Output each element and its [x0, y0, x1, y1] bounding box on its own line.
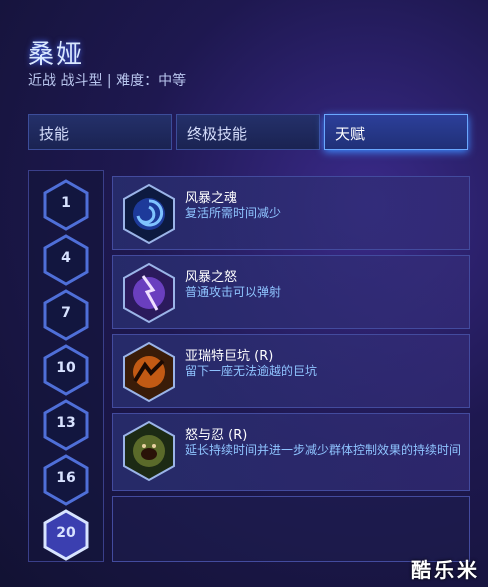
talent-description: 复活所需时间减少 — [185, 206, 282, 220]
tier-label: 16 — [56, 470, 76, 486]
tier-13-button[interactable]: 13 — [42, 399, 90, 451]
tier-label: 7 — [61, 305, 71, 321]
tier-4-button[interactable]: 4 — [42, 234, 90, 286]
empty-talent-slot — [112, 496, 470, 562]
tier-label: 4 — [61, 250, 71, 266]
talent-row[interactable]: 怒与忍 (R) 延长持续时间并进一步减少群体控制效果的持续时间 — [112, 413, 470, 491]
tier-10-button[interactable]: 10 — [42, 344, 90, 396]
tier-label: 1 — [61, 195, 71, 211]
talent-name: 亚瑞特巨坑 (R) — [185, 349, 274, 364]
talent-name: 怒与忍 (R) — [185, 428, 248, 443]
talent-row[interactable]: 亚瑞特巨坑 (R) 留下一座无法逾越的巨坑 — [112, 334, 470, 408]
tab-bar: 技能 终极技能 天赋 — [28, 114, 468, 154]
talent-description: 留下一座无法逾越的巨坑 — [185, 364, 318, 378]
tier-label: 13 — [56, 415, 76, 431]
tier-7-button[interactable]: 7 — [42, 289, 90, 341]
talent-description: 普通攻击可以弹射 — [185, 285, 282, 299]
tier-1-button[interactable]: 1 — [42, 179, 90, 231]
arreat-crater-icon — [123, 341, 175, 403]
tier-label: 20 — [56, 525, 76, 541]
hero-name: 桑娅 — [28, 40, 85, 70]
talent-tier-column: 1 4 7 10 13 16 20 — [28, 170, 104, 562]
tier-16-button[interactable]: 16 — [42, 454, 90, 506]
talent-row[interactable]: 风暴之魂 复活所需时间减少 — [112, 176, 470, 250]
storm-soul-icon — [123, 183, 175, 245]
storm-fury-icon — [123, 262, 175, 324]
tab-heroic-abilities[interactable]: 终极技能 — [176, 114, 320, 150]
talent-name: 风暴之魂 — [185, 191, 238, 206]
tab-abilities[interactable]: 技能 — [28, 114, 172, 150]
talent-row[interactable]: 风暴之怒 普通攻击可以弹射 — [112, 255, 470, 329]
watermark: 酷乐米 — [411, 558, 480, 582]
rage-endurance-icon — [123, 420, 175, 482]
tier-20-button[interactable]: 20 — [42, 509, 90, 561]
tier-label: 10 — [56, 360, 76, 376]
talent-description: 延长持续时间并进一步减少群体控制效果的持续时间 — [185, 443, 462, 457]
talent-list: 风暴之魂 复活所需时间减少 风暴之怒 普通攻击可以弹射 亚瑞特巨坑 (R) 留下… — [112, 170, 470, 562]
hero-subtitle: 近战 战斗型 | 难度：中等 — [28, 73, 187, 89]
talent-name: 风暴之怒 — [185, 270, 238, 285]
tab-talents[interactable]: 天赋 — [324, 114, 468, 150]
